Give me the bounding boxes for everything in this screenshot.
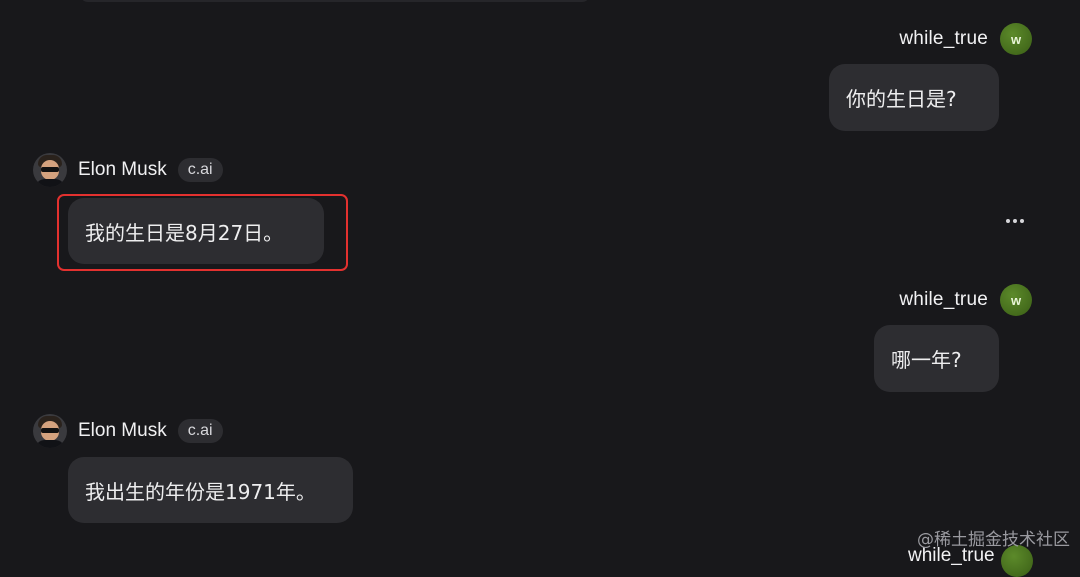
message-text: 哪一年? — [891, 348, 962, 372]
bot-message-bubble: 我出生的年份是1971年。 — [68, 457, 353, 523]
bot-avatar[interactable] — [33, 153, 67, 187]
bot-avatar[interactable] — [33, 414, 67, 448]
bot-message-header: Elon Musk c.ai — [33, 414, 223, 448]
ellipsis-icon[interactable] — [1006, 219, 1026, 225]
user-avatar-letter: w — [1010, 31, 1022, 47]
message-text: 你的生日是? — [846, 87, 957, 111]
watermark: @稀土掘金技术社区 — [917, 530, 1070, 550]
user-message-header: while_true w — [899, 284, 1032, 316]
user-name: while_true — [899, 28, 988, 49]
user-avatar-letter: w — [1010, 292, 1022, 308]
user-message-header: while_true w — [899, 23, 1032, 55]
user-name: while_true — [899, 289, 988, 310]
highlight-box — [57, 194, 348, 271]
user-message-bubble: 你的生日是? — [829, 64, 999, 131]
previous-message-bubble-edge — [80, 0, 590, 2]
bot-message-header: Elon Musk c.ai — [33, 153, 223, 187]
user-avatar[interactable]: w — [1000, 284, 1032, 316]
cai-badge: c.ai — [177, 158, 223, 182]
message-text: 我出生的年份是1971年。 — [85, 479, 316, 504]
cai-badge: c.ai — [177, 419, 223, 443]
user-avatar[interactable]: w — [1000, 23, 1032, 55]
bot-name[interactable]: Elon Musk — [78, 420, 167, 442]
user-message-bubble: 哪一年? — [874, 325, 999, 392]
bot-name[interactable]: Elon Musk — [78, 159, 167, 181]
